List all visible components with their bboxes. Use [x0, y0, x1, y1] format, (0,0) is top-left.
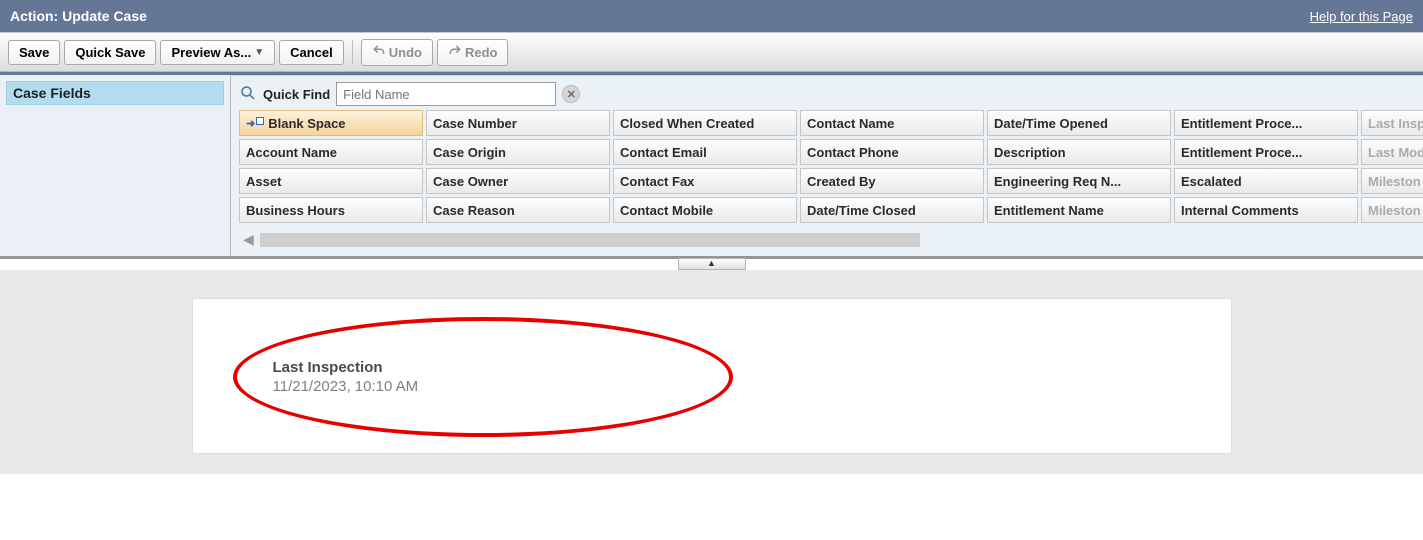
preview-field-value: 11/21/2023, 10:10 AM [273, 378, 1151, 395]
field-contact-phone[interactable]: Contact Phone [800, 139, 984, 165]
toolbar: Save Quick Save Preview As... ▼ Cancel U… [0, 32, 1423, 72]
field-case-number[interactable]: Case Number [426, 110, 610, 136]
field-contact-fax[interactable]: Contact Fax [613, 168, 797, 194]
collapse-palette-handle[interactable]: ▲ [678, 258, 746, 270]
field-label: Contact Name [807, 116, 894, 131]
field-description[interactable]: Description [987, 139, 1171, 165]
field-label: Contact Phone [807, 145, 899, 160]
scroll-left-button[interactable]: ◀ [239, 231, 258, 248]
save-button[interactable]: Save [8, 40, 60, 65]
field-label: Contact Email [620, 145, 707, 160]
field-label: Contact Mobile [620, 203, 713, 218]
redo-label: Redo [465, 45, 498, 60]
quick-find-input[interactable] [336, 82, 556, 106]
field-label: Engineering Req N... [994, 174, 1121, 189]
field-contact-email[interactable]: Contact Email [613, 139, 797, 165]
field-label: Closed When Created [620, 116, 754, 131]
field-label: Account Name [246, 145, 337, 160]
field-label: Mileston [1368, 174, 1421, 189]
field-label: Contact Fax [620, 174, 694, 189]
quick-find-label: Quick Find [263, 87, 330, 102]
field-label: Created By [807, 174, 876, 189]
field-label: Case Origin [433, 145, 506, 160]
preview-field-label: Last Inspection [273, 359, 1151, 376]
field-label: Blank Space [268, 116, 345, 131]
blank-space-icon: ➜ [246, 117, 264, 130]
toolbar-divider [352, 40, 353, 64]
field-label: Entitlement Proce... [1181, 116, 1302, 131]
field-label: Internal Comments [1181, 203, 1299, 218]
field-escalated[interactable]: Escalated [1174, 168, 1358, 194]
field-closed-when-created[interactable]: Closed When Created [613, 110, 797, 136]
field-label: Case Reason [433, 203, 515, 218]
help-link[interactable]: Help for this Page [1310, 9, 1413, 24]
field-datetime-closed[interactable]: Date/Time Closed [800, 197, 984, 223]
field-grid: ➜ Blank Space Case Number Closed When Cr… [231, 110, 1423, 229]
field-entitlement-proc-2[interactable]: Entitlement Proce... [1174, 139, 1358, 165]
field-label: Case Number [433, 116, 517, 131]
field-label: Date/Time Closed [807, 203, 916, 218]
field-case-reason[interactable]: Case Reason [426, 197, 610, 223]
sidebar-item-case-fields[interactable]: Case Fields [6, 81, 224, 105]
field-case-owner[interactable]: Case Owner [426, 168, 610, 194]
field-contact-name[interactable]: Contact Name [800, 110, 984, 136]
quick-find-row: Quick Find ✕ [231, 76, 1423, 110]
field-label: Escalated [1181, 174, 1242, 189]
field-label: Case Owner [433, 174, 508, 189]
search-icon [239, 84, 257, 105]
clear-search-button[interactable]: ✕ [562, 85, 580, 103]
field-label: Entitlement Proce... [1181, 145, 1302, 160]
redo-icon [448, 44, 462, 61]
sidebar: Case Fields [0, 75, 230, 256]
field-milestone-1-partial[interactable]: Mileston [1361, 168, 1423, 194]
field-label: Last Insp [1368, 116, 1423, 131]
field-created-by[interactable]: Created By [800, 168, 984, 194]
field-label: Description [994, 145, 1066, 160]
undo-label: Undo [389, 45, 422, 60]
preview-card: Last Inspection 11/21/2023, 10:10 AM [192, 298, 1232, 454]
field-engineering-req[interactable]: Engineering Req N... [987, 168, 1171, 194]
field-contact-mobile[interactable]: Contact Mobile [613, 197, 797, 223]
scroll-track[interactable] [260, 233, 920, 247]
field-label: Mileston [1368, 203, 1421, 218]
workspace: Case Fields Quick Find ✕ ➜ Blank Space C… [0, 72, 1423, 259]
field-label: Entitlement Name [994, 203, 1104, 218]
preview-as-label: Preview As... [171, 45, 251, 60]
field-milestone-2-partial[interactable]: Mileston [1361, 197, 1423, 223]
field-blank-space[interactable]: ➜ Blank Space [239, 110, 423, 136]
field-business-hours[interactable]: Business Hours [239, 197, 423, 223]
preview-as-button[interactable]: Preview As... ▼ [160, 40, 275, 65]
preview-field-last-inspection[interactable]: Last Inspection 11/21/2023, 10:10 AM [273, 359, 1151, 395]
page-header: Action: Update Case Help for this Page [0, 0, 1423, 32]
field-last-modified-partial[interactable]: Last Mod [1361, 139, 1423, 165]
page-title: Action: Update Case [10, 8, 147, 24]
field-asset[interactable]: Asset [239, 168, 423, 194]
redo-button[interactable]: Redo [437, 39, 509, 66]
caret-down-icon: ▼ [254, 47, 264, 58]
field-label: Date/Time Opened [994, 116, 1108, 131]
field-case-origin[interactable]: Case Origin [426, 139, 610, 165]
field-entitlement-proc-1[interactable]: Entitlement Proce... [1174, 110, 1358, 136]
quick-save-button[interactable]: Quick Save [64, 40, 156, 65]
undo-icon [372, 44, 386, 61]
cancel-button[interactable]: Cancel [279, 40, 344, 65]
palette-scrollbar: ◀ [231, 229, 1423, 256]
field-datetime-opened[interactable]: Date/Time Opened [987, 110, 1171, 136]
field-palette: Quick Find ✕ ➜ Blank Space Case Number C… [230, 75, 1423, 256]
undo-button[interactable]: Undo [361, 39, 433, 66]
field-internal-comments[interactable]: Internal Comments [1174, 197, 1358, 223]
field-last-inspection-partial[interactable]: Last Insp [1361, 110, 1423, 136]
layout-canvas: Last Inspection 11/21/2023, 10:10 AM [0, 270, 1423, 474]
field-entitlement-name[interactable]: Entitlement Name [987, 197, 1171, 223]
field-account-name[interactable]: Account Name [239, 139, 423, 165]
field-label: Asset [246, 174, 281, 189]
field-label: Business Hours [246, 203, 345, 218]
field-label: Last Mod [1368, 145, 1423, 160]
